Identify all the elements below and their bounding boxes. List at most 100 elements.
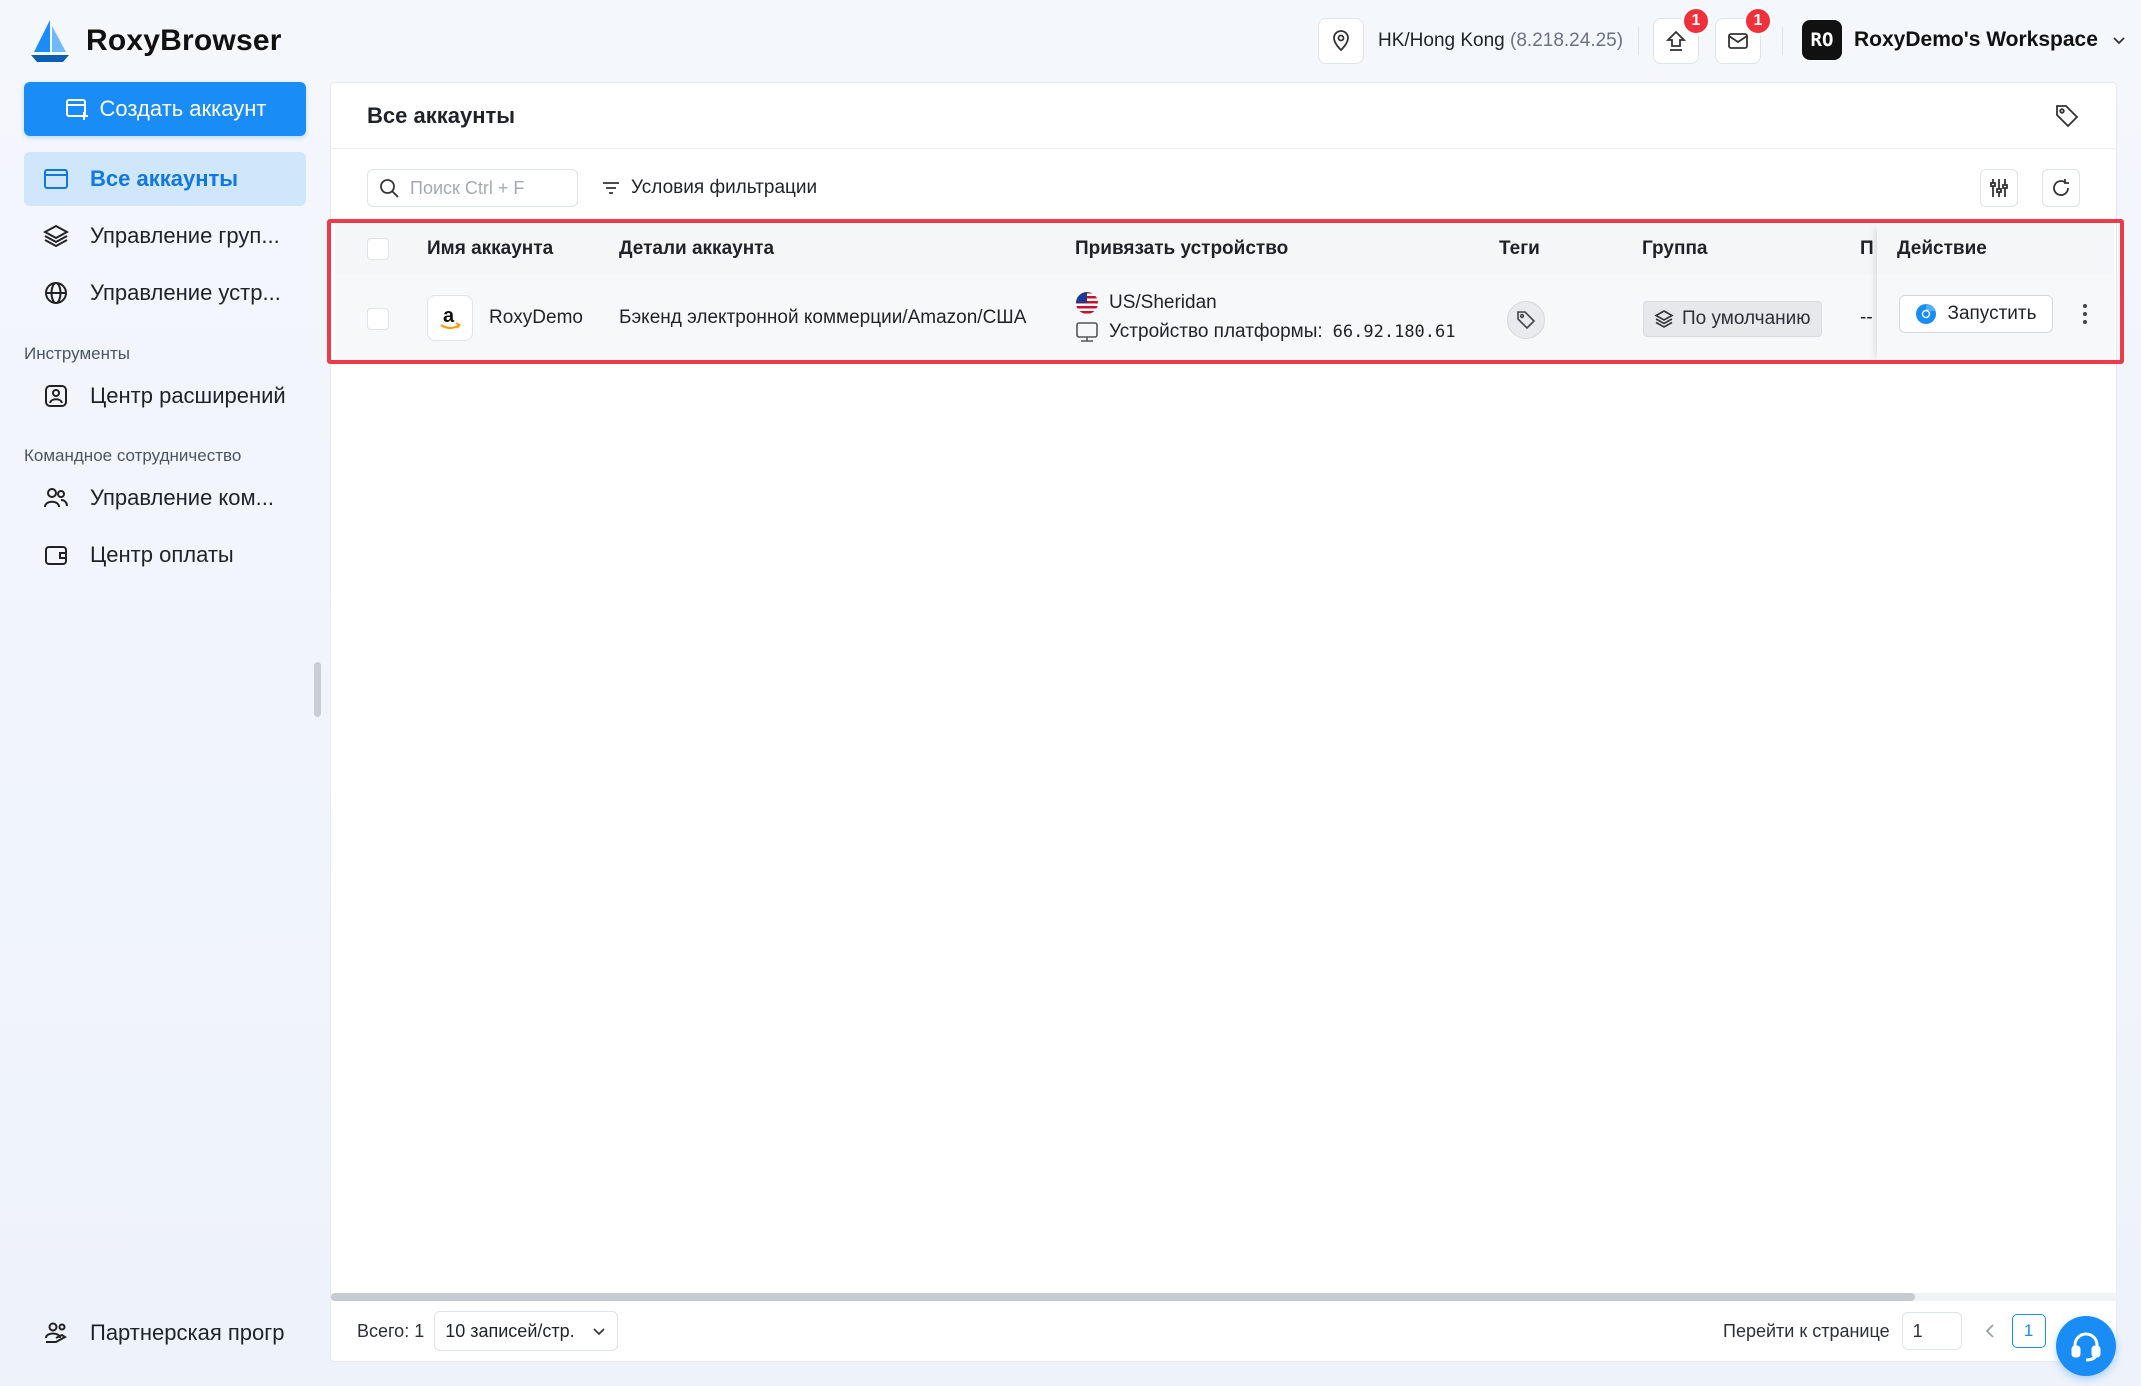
sidebar-item-extensions[interactable]: Центр расширений (24, 369, 306, 423)
device-platform: Устройство платформы: 66.92.180.61 (1075, 321, 1456, 343)
chevron-down-icon (593, 1328, 605, 1336)
page-title: Все аккаунты (367, 103, 516, 128)
create-account-label: Создать аккаунт (99, 96, 267, 121)
filter-label: Условия фильтрации (631, 177, 818, 198)
upload-arrow-icon (1665, 30, 1687, 51)
filter-lines-icon (603, 182, 619, 194)
tag-icon (1517, 311, 1536, 330)
search-placeholder: Поиск Ctrl + F (410, 177, 525, 198)
launch-button[interactable]: Запустить (1899, 295, 2053, 333)
team-icon (42, 484, 70, 512)
partner-icon (42, 1319, 70, 1347)
refresh-button[interactable] (2042, 169, 2080, 207)
workspace-avatar: RO (1802, 20, 1842, 60)
account-details: Бэкенд электронной коммерции/Amazon/США (619, 307, 1027, 328)
column-header[interactable]: Теги (1499, 238, 1540, 260)
chevron-left-icon[interactable] (1980, 1321, 2000, 1341)
launch-label: Запустить (1947, 303, 2037, 324)
chevron-down-icon (2113, 37, 2125, 45)
column-header[interactable]: Имя аккаунта (427, 238, 553, 260)
row-checkbox[interactable] (367, 308, 389, 330)
sailboat-logo-icon (31, 20, 69, 62)
layers-icon (1654, 310, 1674, 328)
sidebar-item-groups[interactable]: Управление груп... (24, 209, 306, 263)
sliders-icon (1990, 179, 2008, 197)
location-pin-icon (1318, 18, 1364, 64)
create-account-button[interactable]: Создать аккаунт (24, 82, 306, 136)
app-logo: RoxyBrowser (28, 18, 282, 64)
account-name[interactable]: RoxyDemo (489, 307, 583, 329)
location-label: HK/Hong Kong (1378, 30, 1505, 51)
device-ip: 66.92.180.61 (1332, 322, 1456, 342)
browser-window-icon (42, 165, 70, 193)
sidebar-item-devices[interactable]: Управление устр... (24, 266, 306, 320)
device-platform-label: Устройство платформы: (1109, 321, 1323, 342)
sidebar: Создать аккаунт Все аккаунты Управление … (0, 82, 330, 1386)
add-window-icon (65, 99, 88, 120)
update-button[interactable]: 1 (1653, 7, 1710, 64)
sidebar-item-partner[interactable]: Партнерская прогр (24, 1306, 306, 1360)
search-icon (380, 179, 399, 198)
filter-conditions-button[interactable]: Условия фильтрации (601, 169, 817, 207)
group-chip[interactable]: По умолчанию (1643, 301, 1822, 337)
messages-button[interactable]: 1 (1715, 7, 1772, 64)
sidebar-item-label: Управление ком... (90, 485, 274, 510)
monitor-icon (1076, 322, 1098, 342)
device-location: US/Sheridan (1075, 291, 1217, 315)
proxy-location[interactable]: HK/Hong Kong (8.218.24.25) (1318, 18, 1623, 64)
workspace-name: RoxyDemo's Workspace (1854, 28, 2098, 51)
dot (2083, 304, 2087, 308)
column-header[interactable]: Привязать устройство (1075, 238, 1288, 260)
sidebar-item-label: Управление груп... (90, 223, 280, 248)
workspace-switcher[interactable]: RO RoxyDemo's Workspace (1802, 20, 2128, 60)
headset-icon (2071, 1332, 2101, 1362)
dot (2083, 312, 2087, 316)
table-header: Имя аккаунта Детали аккаунта Привязать у… (335, 223, 2114, 275)
top-bar: RoxyBrowser HK/Hong Kong (8.218.24.25) 1… (0, 0, 2141, 82)
sidebar-item-label: Центр оплаты (90, 542, 234, 567)
layers-icon (42, 222, 70, 250)
extension-icon (42, 382, 70, 410)
page-size-value: 10 записей/стр. (445, 1320, 575, 1341)
column-header[interactable]: Детали аккаунта (619, 238, 774, 260)
pagination-controls: Перейти к странице 1 1 (1723, 1311, 2046, 1351)
sidebar-item-label: Все аккаунты (90, 166, 239, 191)
goto-label: Перейти к странице (1723, 1320, 1890, 1341)
goto-page-input[interactable]: 1 (1901, 1312, 1962, 1350)
mail-icon (1728, 33, 1748, 49)
fixed-action-column (1877, 223, 2114, 363)
mail-badge: 1 (1744, 7, 1772, 35)
column-header[interactable]: П (1860, 238, 1874, 260)
page-number-button[interactable]: 1 (2011, 1314, 2046, 1348)
svg-text:a: a (443, 305, 455, 327)
p-column-value: -- (1860, 307, 1873, 328)
sidebar-item-billing[interactable]: Центр оплаты (24, 528, 306, 582)
horizontal-scroll-thumb[interactable] (331, 1293, 1915, 1301)
page-size-select[interactable]: 10 записей/стр. (434, 1311, 618, 1351)
add-tag-button[interactable] (1507, 301, 1545, 339)
sidebar-scrollbar[interactable] (314, 662, 321, 717)
us-flag-icon (1076, 292, 1098, 314)
sidebar-item-all-accounts[interactable]: Все аккаунты (24, 152, 306, 206)
group-label: По умолчанию (1682, 308, 1811, 329)
sidebar-item-team[interactable]: Управление ком... (24, 471, 306, 525)
location-ip: (8.218.24.25) (1510, 30, 1624, 51)
search-input[interactable]: Поиск Ctrl + F (367, 169, 578, 207)
tag-manager-button[interactable] (2054, 103, 2080, 134)
amazon-logo-icon: a (427, 295, 473, 341)
column-header[interactable]: Группа (1642, 238, 1708, 260)
support-chat-button[interactable] (2056, 1316, 2116, 1376)
table-row[interactable]: a RoxyDemo Бэкенд электронной коммерции/… (335, 275, 2114, 363)
sidebar-item-label: Партнерская прогр (90, 1320, 285, 1345)
section-tools: Инструменты (24, 344, 131, 363)
tag-icon (2056, 105, 2079, 128)
device-location-label: US/Sheridan (1109, 292, 1217, 313)
refresh-icon (2053, 179, 2069, 196)
more-options-button[interactable] (2075, 299, 2095, 329)
select-all-checkbox[interactable] (367, 238, 389, 260)
section-team: Командное сотрудничество (24, 446, 242, 465)
divider (1638, 27, 1639, 55)
main-panel: Все аккаунты Поиск Ctrl + F Условия филь… (330, 82, 2118, 1362)
column-settings-button[interactable] (1980, 169, 2018, 207)
total-count: Всего: 1 (357, 1320, 425, 1341)
